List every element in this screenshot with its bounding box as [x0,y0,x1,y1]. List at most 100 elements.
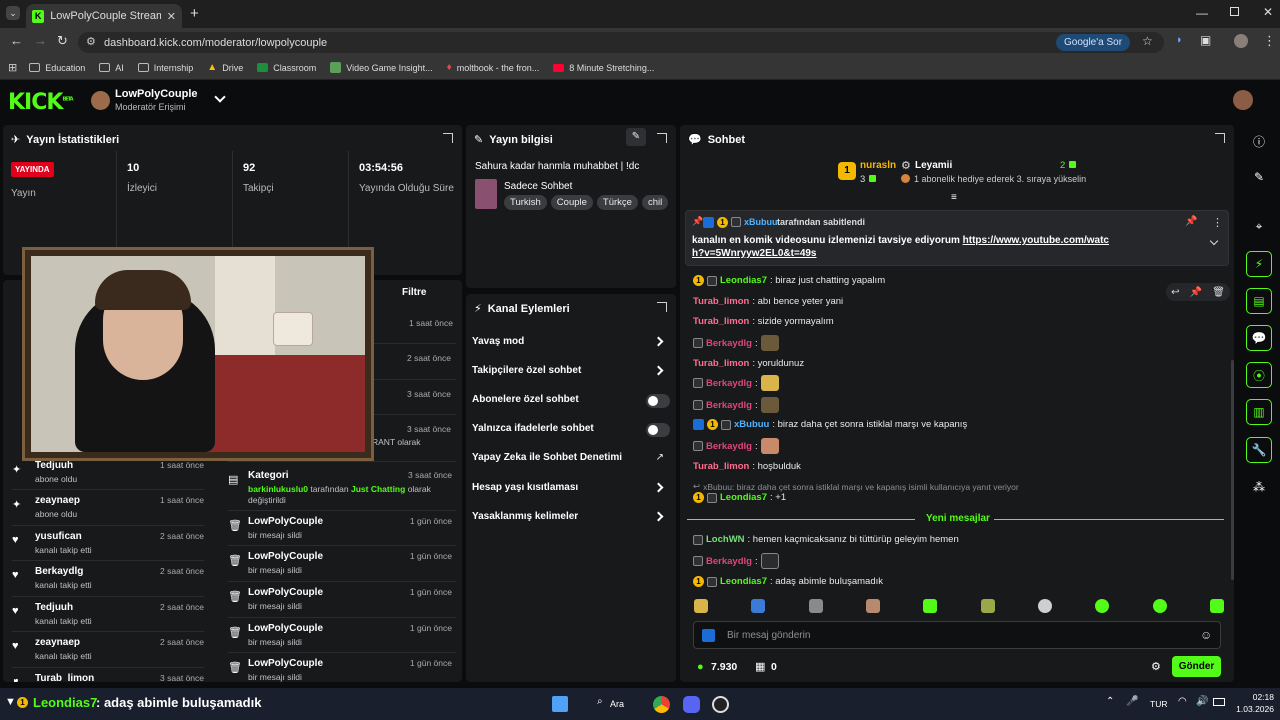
info-icon[interactable]: ⓘ [1246,128,1272,154]
bookmark-moltbook[interactable]: ♦ moltbook - the fron... [447,62,540,73]
emote-icon[interactable] [694,599,708,613]
bookmark-education[interactable]: Education [29,63,85,73]
chat-settings-icon[interactable]: ⚙ [1151,660,1161,673]
tag[interactable]: Couple [550,195,593,210]
message-user[interactable]: Berkaydlg [706,338,752,349]
action-slow-mode[interactable]: Yavaş mod [472,336,670,350]
message-user[interactable]: Berkaydlg [706,556,752,567]
message-user[interactable]: Berkaydlg [706,378,752,389]
windows-start-icon[interactable] [552,696,568,712]
message-user[interactable]: Leondias7 [720,275,767,286]
maximize-icon[interactable] [1230,7,1239,16]
message-user[interactable]: Berkaydlg [706,400,752,411]
storage-icon[interactable]: ▥ [1246,399,1272,425]
close-window-icon[interactable]: ✕ [1263,5,1273,19]
emote-icon[interactable] [1152,599,1167,613]
message-user[interactable]: Turab_limon [693,316,749,327]
browser-tab[interactable]: K LowPolyCouple Stream - Kick D ✕ [26,4,182,28]
bookmark-stretching[interactable]: 8 Minute Stretching... [553,63,654,73]
back-icon[interactable]: ← [10,33,23,48]
tray-chevron-icon[interactable]: ⌃ [1106,696,1114,707]
subs-only-toggle[interactable] [646,394,670,408]
edit-button[interactable]: ✎ [626,128,646,146]
profile-avatar-icon[interactable] [1234,34,1248,48]
message-user[interactable]: LochWN [706,534,745,545]
filter-button[interactable]: Filtre [402,287,426,298]
edit-icon[interactable]: ✎ [1246,164,1272,190]
minimize-icon[interactable]: — [1196,6,1208,20]
send-button[interactable]: Gönder [1172,656,1221,677]
action-account-age[interactable]: Hesap yaşı kısıtlaması [472,482,670,496]
lightning-icon[interactable]: ⚡ [1246,251,1272,277]
action-emote-only[interactable]: Yalnızca ifadelerle sohbet [472,423,670,437]
unpin-icon[interactable]: 📌 [1185,216,1197,227]
puzzle-icon[interactable]: ▣ [1200,33,1211,47]
discord-taskbar-icon[interactable] [683,696,700,713]
user-avatar[interactable] [1233,90,1253,110]
microphone-icon[interactable]: 🎤 [1126,696,1138,707]
bookmark-ai[interactable]: AI [99,63,124,73]
language-indicator[interactable]: TUR [1150,699,1167,709]
emote-icon[interactable] [1209,599,1224,613]
popout-icon[interactable] [657,302,667,312]
emote-icon[interactable] [1037,599,1052,613]
new-tab-button[interactable]: + [190,5,199,22]
leaderboard-collapse-icon[interactable]: ≡ [951,192,957,203]
message-user[interactable]: Turab_limon [693,461,749,472]
bookmark-video-game[interactable]: Video Game Insight... [330,62,433,73]
speaker-icon[interactable]: 🔊 [1196,696,1208,707]
channel-switch-chevron-icon[interactable] [214,91,226,103]
wrench-icon[interactable]: 🔧 [1246,437,1272,463]
apps-grid-icon[interactable]: ⊞ [8,61,17,74]
message-user[interactable]: Leondias7 [720,492,767,503]
chat-scrollbar[interactable] [1231,360,1234,580]
tab-search-icon[interactable]: ⌄ [6,6,20,20]
bookmark-classroom[interactable]: Classroom [257,63,316,73]
bookmark-internship[interactable]: Internship [137,63,193,73]
message-user[interactable]: Berkaydlg [706,441,752,452]
pin-message-icon[interactable]: 📌 [1190,287,1202,298]
popout-icon[interactable] [1215,133,1225,143]
chat-icon[interactable]: 💬 [1246,325,1272,351]
emote-only-toggle[interactable] [646,423,670,437]
forward-icon[interactable]: → [34,33,47,48]
menu-dots-icon[interactable]: ⋮ [1263,33,1276,49]
obs-taskbar-icon[interactable] [712,696,729,713]
message-user[interactable]: xBubuu [734,419,769,430]
tag[interactable]: Turkish [504,195,547,210]
emote-icon[interactable] [865,599,880,613]
emote-icon[interactable] [751,599,766,613]
action-banned-words[interactable]: Yasaklanmış kelimeler [472,511,670,525]
tag[interactable]: Türkçe [596,195,638,210]
clock-time[interactable]: 02:18 [1222,692,1274,702]
chat-input[interactable]: Bir mesaj gönderin ☺ [693,621,1221,649]
wifi-icon[interactable]: ◠ [1178,696,1187,707]
bookmark-star-icon[interactable]: ☆ [1142,34,1153,48]
emote-icon[interactable] [1095,599,1110,613]
emote-icon[interactable] [923,599,938,613]
tab-close-icon[interactable]: ✕ [167,10,176,23]
document-icon[interactable]: ▤ [1246,288,1272,314]
reply-icon[interactable]: ↩ [1171,287,1179,298]
reload-icon[interactable]: ↻ [57,33,68,49]
message-user[interactable]: Turab_limon [693,296,749,307]
emote-icon[interactable] [980,599,995,613]
message-user[interactable]: Turab_limon [693,358,749,369]
chrome-taskbar-icon[interactable] [653,696,670,713]
message-user[interactable]: Leondias7 [720,576,767,587]
bookmark-drive[interactable]: ▲ Drive [207,62,243,73]
pinned-by-user[interactable]: xBubuu [744,217,778,227]
action-ai-moderation[interactable]: Yapay Zeka ile Sohbet Denetimi ↗ [472,452,670,466]
apps-icon[interactable]: ⁂ [1246,474,1272,500]
url-field[interactable]: ⚙ dashboard.kick.com/moderator/lowpolyco… [78,32,1164,53]
target-icon[interactable]: ⌖ [1246,213,1272,239]
site-info-icon[interactable]: ⚙ [86,35,96,48]
tag[interactable]: chil [641,195,669,210]
popout-icon[interactable] [657,133,667,143]
emote-icon[interactable] [808,599,823,613]
delete-icon[interactable]: 🗑 [1212,287,1225,298]
action-subs-only[interactable]: Abonelere özel sohbet [472,394,670,408]
clock-date[interactable]: 1.03.2026 [1222,704,1274,714]
popout-icon[interactable] [443,133,453,143]
emoji-icon[interactable]: ☺ [1200,628,1212,642]
